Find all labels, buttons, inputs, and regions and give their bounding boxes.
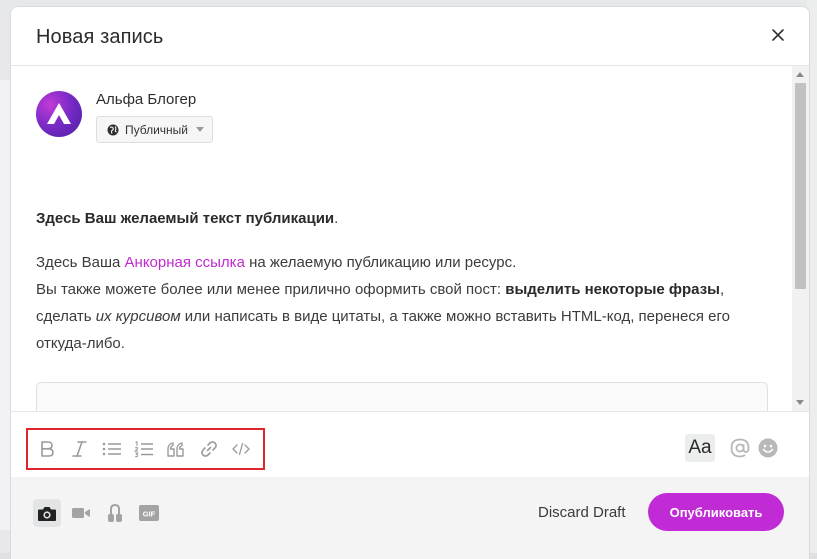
format-toolbar: Aa	[11, 411, 809, 478]
add-photo-button[interactable]	[33, 499, 61, 527]
format-buttons-group	[26, 428, 265, 470]
audio-icon	[108, 503, 122, 522]
modal-header: Новая запись	[11, 7, 809, 66]
modal-title: Новая запись	[36, 26, 164, 48]
post-heading-paragraph: Здесь Ваш желаемый текст публикации.	[36, 205, 776, 232]
right-toolbar: Aa	[685, 434, 779, 462]
bold-icon	[40, 441, 54, 457]
numbered-list-icon	[134, 441, 153, 458]
link-icon	[200, 441, 217, 457]
emoji-icon	[758, 438, 778, 458]
alpha-logo-icon	[47, 103, 71, 124]
globe-icon	[107, 124, 119, 135]
mention-icon	[730, 438, 750, 458]
p2-end: на желаемую публикацию или ресурс.	[244, 254, 517, 271]
anchor-link[interactable]: Анкорная ссылка	[125, 254, 245, 271]
add-gif-button[interactable]: GIF	[135, 499, 163, 527]
quote-button[interactable]	[166, 438, 187, 460]
italic-icon	[72, 441, 87, 457]
bullet-list-button[interactable]	[101, 438, 122, 460]
p2-start: Здесь Ваша	[36, 254, 125, 271]
code-button[interactable]	[231, 438, 252, 460]
italic-button[interactable]	[68, 438, 89, 460]
p3-bold: выделить некоторые фразы	[505, 281, 720, 298]
privacy-label: Публичный	[125, 122, 189, 137]
text-style-button[interactable]: Aa	[685, 434, 715, 462]
editor-scrollbar[interactable]	[792, 66, 809, 411]
modal-footer: GIF Discard Draft Опубликовать	[11, 477, 809, 559]
emoji-button[interactable]	[757, 437, 779, 459]
close-icon	[772, 29, 784, 41]
post-heading: Здесь Ваш желаемый текст публикации	[36, 210, 335, 227]
bullet-list-icon	[102, 442, 121, 456]
link-button[interactable]	[198, 438, 219, 460]
gif-icon: GIF	[139, 505, 159, 521]
close-button[interactable]	[767, 24, 789, 46]
camera-icon	[38, 506, 56, 521]
avatar	[36, 91, 82, 137]
quote-icon	[167, 442, 185, 457]
add-video-button[interactable]	[67, 499, 95, 527]
mention-button[interactable]	[729, 437, 751, 459]
publish-button[interactable]: Опубликовать	[648, 493, 784, 531]
bold-button[interactable]	[36, 438, 57, 460]
post-paragraph-formatting: Вы также можете более или менее прилично…	[36, 276, 776, 357]
gif-label: GIF	[143, 510, 156, 519]
p3-italic: их курсивом	[95, 308, 181, 325]
post-content[interactable]: Здесь Ваш желаемый текст публикации. Зде…	[36, 205, 776, 357]
discard-draft-button[interactable]: Discard Draft	[538, 504, 626, 521]
scroll-thumb[interactable]	[795, 83, 806, 289]
video-icon	[72, 508, 90, 518]
post-editor-body[interactable]: Альфа Блогер Публичный Здесь Ваш желаемы…	[11, 66, 809, 411]
p3-start: Вы также можете более или менее прилично…	[36, 281, 506, 298]
numbered-list-button[interactable]	[133, 438, 154, 460]
scroll-up-arrow-icon[interactable]	[796, 72, 804, 77]
author-name: Альфа Блогер	[96, 91, 197, 108]
privacy-dropdown[interactable]: Публичный	[96, 116, 213, 143]
media-attach-group: GIF	[33, 499, 169, 527]
post-heading-end: .	[334, 210, 339, 227]
add-audio-button[interactable]	[101, 499, 129, 527]
post-paragraph-link: Здесь Ваша Анкорная ссылка на желаемую п…	[36, 249, 776, 276]
scroll-down-arrow-icon[interactable]	[796, 400, 804, 405]
code-icon	[232, 442, 250, 456]
chevron-down-icon	[196, 127, 205, 132]
embed-preview-box	[36, 382, 768, 411]
new-post-modal: Новая запись Альфа Блогер Публичный Здес…	[11, 7, 809, 559]
